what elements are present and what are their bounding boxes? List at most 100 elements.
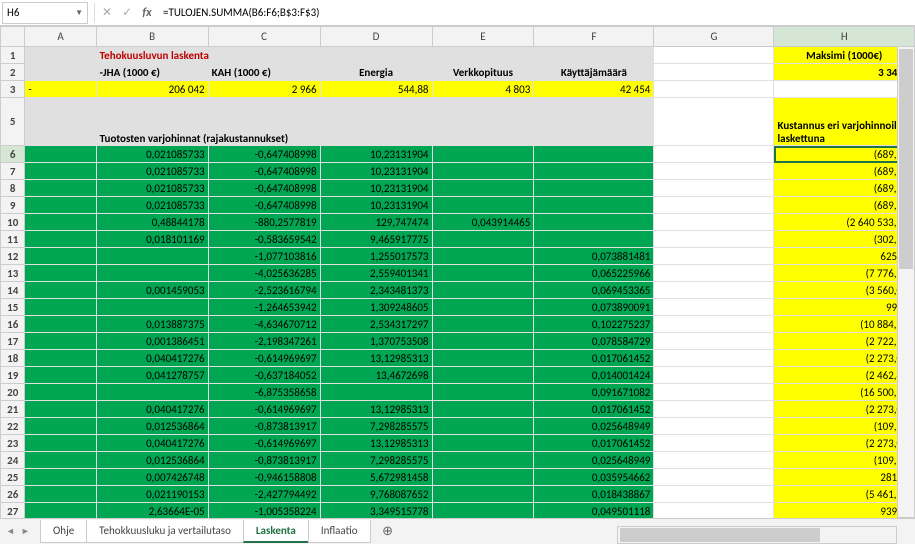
cell[interactable]: -0,946158808 (208, 469, 320, 486)
cell[interactable]: 0,013887375 (96, 316, 208, 333)
cell[interactable]: (10 884,72) (774, 316, 915, 333)
tab-nav-arrows[interactable]: ◄► (4, 524, 32, 539)
cell[interactable]: 9,768087652 (320, 486, 432, 503)
cell[interactable]: 0,025648949 (534, 452, 654, 469)
cell[interactable] (534, 231, 654, 248)
cell[interactable]: (2 640 533,30) (774, 214, 915, 231)
title-cell[interactable]: Tehokuusluvun laskenta (96, 47, 654, 64)
cell[interactable]: (2 273,05) (774, 401, 915, 418)
cell[interactable]: 0,078584729 (534, 333, 654, 350)
row-header[interactable]: 22 (1, 418, 25, 435)
cell[interactable] (25, 214, 96, 231)
cell[interactable] (432, 231, 534, 248)
cell[interactable]: (689,84) (774, 197, 915, 214)
cell[interactable]: 0,041278757 (96, 367, 208, 384)
cell[interactable] (534, 180, 654, 197)
cell[interactable] (654, 47, 774, 64)
row-header[interactable]: 10 (1, 214, 25, 231)
cell[interactable] (432, 469, 534, 486)
cell[interactable]: 0,040417276 (96, 435, 208, 452)
row-header[interactable]: 3 (1, 81, 25, 98)
vertical-scrollbar[interactable] (897, 46, 915, 518)
row-header[interactable]: 26 (1, 486, 25, 503)
cell[interactable] (96, 248, 208, 265)
cell[interactable]: 625,74 (774, 248, 915, 265)
col-header-D[interactable]: D (320, 27, 432, 47)
cell-maksimi-header[interactable]: Maksimi (1000€) (774, 47, 915, 64)
cell[interactable]: (109,20) (774, 452, 915, 469)
cell[interactable]: 0,091671082 (534, 384, 654, 401)
cell[interactable]: 0,025648949 (534, 418, 654, 435)
cell[interactable]: -880,2577819 (208, 214, 320, 231)
cell[interactable] (320, 384, 432, 401)
cell[interactable] (25, 384, 96, 401)
cell[interactable]: 0,007426748 (96, 469, 208, 486)
row-header[interactable]: 11 (1, 231, 25, 248)
cell[interactable] (25, 98, 96, 146)
cell[interactable]: 99,39 (774, 299, 915, 316)
cell[interactable]: -4,634670712 (208, 316, 320, 333)
cell[interactable] (432, 503, 534, 519)
cell[interactable]: (7 776,19) (774, 265, 915, 282)
confirm-icon[interactable]: ✓ (117, 3, 137, 23)
cell[interactable] (96, 265, 208, 282)
cell[interactable] (654, 435, 774, 452)
col-header-C[interactable]: C (208, 27, 320, 47)
cell[interactable] (654, 299, 774, 316)
cancel-icon[interactable]: ✕ (97, 3, 117, 23)
row-header[interactable]: 5 (1, 98, 25, 146)
cell[interactable] (25, 146, 96, 163)
cell[interactable]: 0,018101169 (96, 231, 208, 248)
cell[interactable] (432, 163, 534, 180)
cell[interactable] (432, 401, 534, 418)
cell[interactable]: (302,88) (774, 231, 915, 248)
cell[interactable]: -4,025636285 (208, 265, 320, 282)
cell[interactable] (654, 146, 774, 163)
cell[interactable]: 939,32 (774, 503, 915, 519)
cell[interactable]: (5 461,37) (774, 486, 915, 503)
cell[interactable] (432, 299, 534, 316)
cell[interactable]: - (25, 81, 96, 98)
cell[interactable]: 0,001459053 (96, 282, 208, 299)
cell[interactable]: -1,077103816 (208, 248, 320, 265)
cell[interactable] (25, 367, 96, 384)
cell[interactable] (654, 81, 774, 98)
cell[interactable]: -2,523616794 (208, 282, 320, 299)
cell[interactable]: 0,069453365 (534, 282, 654, 299)
cell[interactable]: 42 454 (534, 81, 654, 98)
cell[interactable]: Käyttäjämäärä (534, 64, 654, 81)
cell[interactable]: -JHA (1000 €) (96, 64, 208, 81)
formula-input[interactable] (157, 2, 915, 24)
cell[interactable]: 0,102275237 (534, 316, 654, 333)
cell[interactable]: (689,84) (774, 146, 915, 163)
cell[interactable]: 5,672981458 (320, 469, 432, 486)
cell[interactable] (432, 248, 534, 265)
cell[interactable]: -0,647408998 (208, 163, 320, 180)
cell[interactable]: 2,559401341 (320, 265, 432, 282)
cell[interactable] (25, 469, 96, 486)
col-header-F[interactable]: F (534, 27, 654, 47)
cell[interactable]: (3 560,08) (774, 282, 915, 299)
cell[interactable] (654, 265, 774, 282)
cell[interactable]: 13,4672698 (320, 367, 432, 384)
cell[interactable]: 0,012536864 (96, 452, 208, 469)
cell[interactable]: 2 966 (208, 81, 320, 98)
fx-icon[interactable]: fx (137, 3, 157, 23)
cell[interactable] (25, 299, 96, 316)
row-header[interactable]: 7 (1, 163, 25, 180)
row-header[interactable]: 20 (1, 384, 25, 401)
cell[interactable]: 1,255017573 (320, 248, 432, 265)
cell[interactable]: 0,043914465 (432, 214, 534, 231)
cell[interactable] (432, 418, 534, 435)
cell[interactable]: 0,017061452 (534, 350, 654, 367)
cell[interactable] (432, 265, 534, 282)
cell[interactable]: -0,647408998 (208, 180, 320, 197)
cell[interactable]: 0,021085733 (96, 163, 208, 180)
cell[interactable]: (689,84) (774, 163, 915, 180)
cell[interactable]: Energia (320, 64, 432, 81)
cell[interactable] (654, 503, 774, 519)
col-header-H[interactable]: H (774, 27, 915, 47)
cell[interactable] (25, 248, 96, 265)
cell[interactable]: -0,614969697 (208, 350, 320, 367)
cell[interactable]: 9,465917775 (320, 231, 432, 248)
